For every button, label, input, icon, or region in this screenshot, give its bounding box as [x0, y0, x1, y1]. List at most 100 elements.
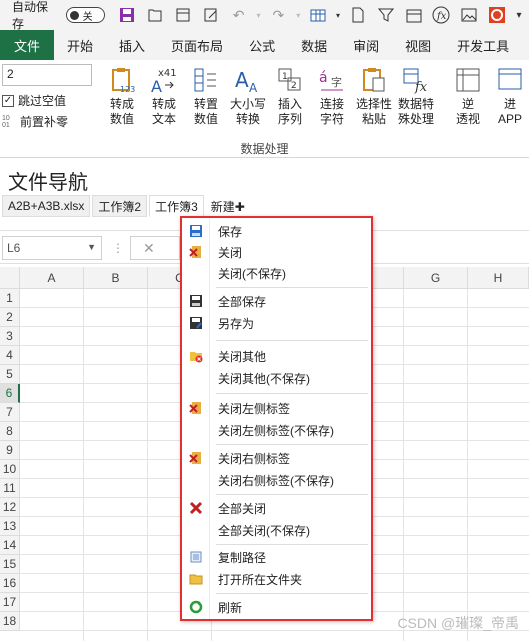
- image-icon[interactable]: [457, 4, 481, 26]
- close-left-icon: [182, 401, 210, 415]
- data-special-button[interactable]: fx 数据特 殊处理: [396, 64, 436, 127]
- tab-page-layout[interactable]: 页面布局: [158, 30, 236, 60]
- menu-item-close-right-no-save[interactable]: 关闭右侧标签(不保存): [182, 470, 371, 490]
- row-header[interactable]: 10: [0, 460, 20, 479]
- column-header-b[interactable]: B: [84, 267, 148, 289]
- svg-text:fx: fx: [436, 11, 447, 22]
- doc-tab-workbook3[interactable]: 工作簿3: [149, 195, 204, 217]
- svg-text:1: 1: [282, 72, 288, 82]
- row-header[interactable]: 16: [0, 574, 20, 593]
- join-chars-button[interactable]: á字 连接 字符: [312, 64, 352, 127]
- formula-cancel-box[interactable]: ✕: [130, 236, 180, 260]
- undo-dropdown-icon[interactable]: ▾: [255, 4, 263, 26]
- document-icon[interactable]: [346, 4, 370, 26]
- tab-developer[interactable]: 开发工具: [444, 30, 522, 60]
- svg-text:A: A: [151, 77, 162, 95]
- chevron-down-icon[interactable]: ▼: [87, 242, 96, 252]
- doc-tab-a2b[interactable]: A2B+A3B.xlsx: [2, 195, 91, 217]
- tab-view[interactable]: 视图: [392, 30, 444, 60]
- tab-home[interactable]: 开始: [54, 30, 106, 60]
- row-header[interactable]: 2: [0, 308, 20, 327]
- doc-tab-workbook2[interactable]: 工作簿2: [92, 195, 148, 217]
- menu-item-copy-path[interactable]: 复制路径: [182, 547, 371, 567]
- undo-icon[interactable]: ↶: [227, 4, 251, 26]
- row-header[interactable]: 4: [0, 346, 20, 365]
- row-header[interactable]: 14: [0, 536, 20, 555]
- table-dropdown-icon[interactable]: ▾: [334, 4, 342, 26]
- edit-icon[interactable]: [199, 4, 223, 26]
- menu-item-open-folder[interactable]: 打开所在文件夹: [182, 569, 371, 589]
- open-icon[interactable]: [171, 4, 195, 26]
- filter-icon[interactable]: [374, 4, 398, 26]
- name-box[interactable]: L6 ▼: [2, 236, 102, 260]
- row-header[interactable]: 5: [0, 365, 20, 384]
- tab-file[interactable]: 文件: [0, 30, 55, 60]
- menu-item-close-others-no-save[interactable]: 关闭其他(不保存): [182, 368, 371, 388]
- quick-access-toolbar: 自动保存 关 ↶ ▾ ↷ ▾ ▾ fx ▾: [0, 0, 529, 31]
- menu-separator: [216, 593, 368, 594]
- number-input[interactable]: 2: [2, 64, 92, 86]
- transpose-button[interactable]: 转置 数值: [186, 64, 226, 127]
- menu-item-close-no-save[interactable]: 关闭(不保存): [182, 263, 371, 283]
- customize-dropdown-icon[interactable]: ▾: [513, 4, 525, 26]
- tab-review[interactable]: 审阅: [340, 30, 392, 60]
- unpivot-button[interactable]: 逆 透视: [448, 64, 488, 127]
- menu-item-close-all[interactable]: 全部关闭: [182, 498, 371, 518]
- tab-formulas[interactable]: 公式: [236, 30, 288, 60]
- cancel-icon[interactable]: ✕: [143, 240, 155, 257]
- grid-column-line: [147, 289, 148, 641]
- record-icon[interactable]: [485, 4, 509, 26]
- paste-special-button[interactable]: 选择性 粘贴: [354, 64, 394, 127]
- menu-item-save[interactable]: 保存: [182, 221, 371, 241]
- row-header[interactable]: 9: [0, 441, 20, 460]
- join-chars-label: 连接 字符: [319, 97, 344, 126]
- menu-item-close-all-no-save[interactable]: 全部关闭(不保存): [182, 520, 371, 540]
- column-header-g[interactable]: G: [404, 267, 468, 289]
- go-app-button[interactable]: 进 APP: [490, 64, 529, 127]
- row-header[interactable]: 11: [0, 479, 20, 498]
- row-header[interactable]: 15: [0, 555, 20, 574]
- menu-item-save-as[interactable]: 另存为: [182, 313, 371, 333]
- new-doc-button[interactable]: 新建✚: [205, 195, 250, 217]
- copy-path-icon: [182, 550, 210, 564]
- select-all-corner[interactable]: [0, 267, 20, 289]
- row-header[interactable]: 1: [0, 289, 20, 308]
- svg-text:字: 字: [331, 75, 342, 89]
- tab-data[interactable]: 数据: [288, 30, 340, 60]
- function-icon[interactable]: fx: [430, 4, 454, 26]
- calendar-icon[interactable]: [402, 4, 426, 26]
- convert-to-number-button[interactable]: 123 转成 数值: [102, 64, 142, 127]
- row-header[interactable]: 7: [0, 403, 20, 422]
- row-header[interactable]: 3: [0, 327, 20, 346]
- row-header[interactable]: 13: [0, 517, 20, 536]
- menu-item-close-left[interactable]: 关闭左侧标签: [182, 398, 371, 418]
- prefix-fill-option[interactable]: 10 01 前置补零: [2, 113, 100, 130]
- convert-to-text-button[interactable]: x41 A 转成 文本: [144, 64, 184, 127]
- menu-item-close-right[interactable]: 关闭右侧标签: [182, 448, 371, 468]
- new-file-icon[interactable]: [143, 4, 167, 26]
- menu-item-close[interactable]: 关闭: [182, 242, 371, 262]
- redo-icon[interactable]: ↷: [267, 4, 291, 26]
- menu-item-close-others[interactable]: 关闭其他: [182, 346, 371, 366]
- autosave-toggle[interactable]: 关: [65, 7, 106, 23]
- menu-item-close-left-no-save[interactable]: 关闭左侧标签(不保存): [182, 420, 371, 440]
- text-x41-icon: x41 A: [148, 64, 180, 96]
- menu-item-save-all[interactable]: 全部保存: [182, 291, 371, 311]
- case-convert-button[interactable]: AA 大小写 转换: [228, 64, 268, 127]
- redo-dropdown-icon[interactable]: ▾: [294, 4, 302, 26]
- menu-item-refresh[interactable]: 刷新: [182, 597, 371, 617]
- insert-sequence-button[interactable]: 12 插入 序列: [270, 64, 310, 127]
- row-header[interactable]: 8: [0, 422, 20, 441]
- row-header[interactable]: 17: [0, 593, 20, 612]
- skip-blank-option[interactable]: ✓ 跳过空值: [2, 92, 100, 109]
- go-app-label: 进 APP: [497, 97, 522, 126]
- row-header[interactable]: 6: [0, 384, 20, 403]
- row-header[interactable]: 12: [0, 498, 20, 517]
- table-icon[interactable]: [306, 4, 330, 26]
- save-icon[interactable]: [115, 4, 139, 26]
- row-header[interactable]: 18: [0, 612, 20, 631]
- column-header-a[interactable]: A: [20, 267, 84, 289]
- column-header-h[interactable]: H: [468, 267, 529, 289]
- skip-blank-checkbox[interactable]: ✓: [2, 94, 14, 107]
- tab-insert[interactable]: 插入: [106, 30, 158, 60]
